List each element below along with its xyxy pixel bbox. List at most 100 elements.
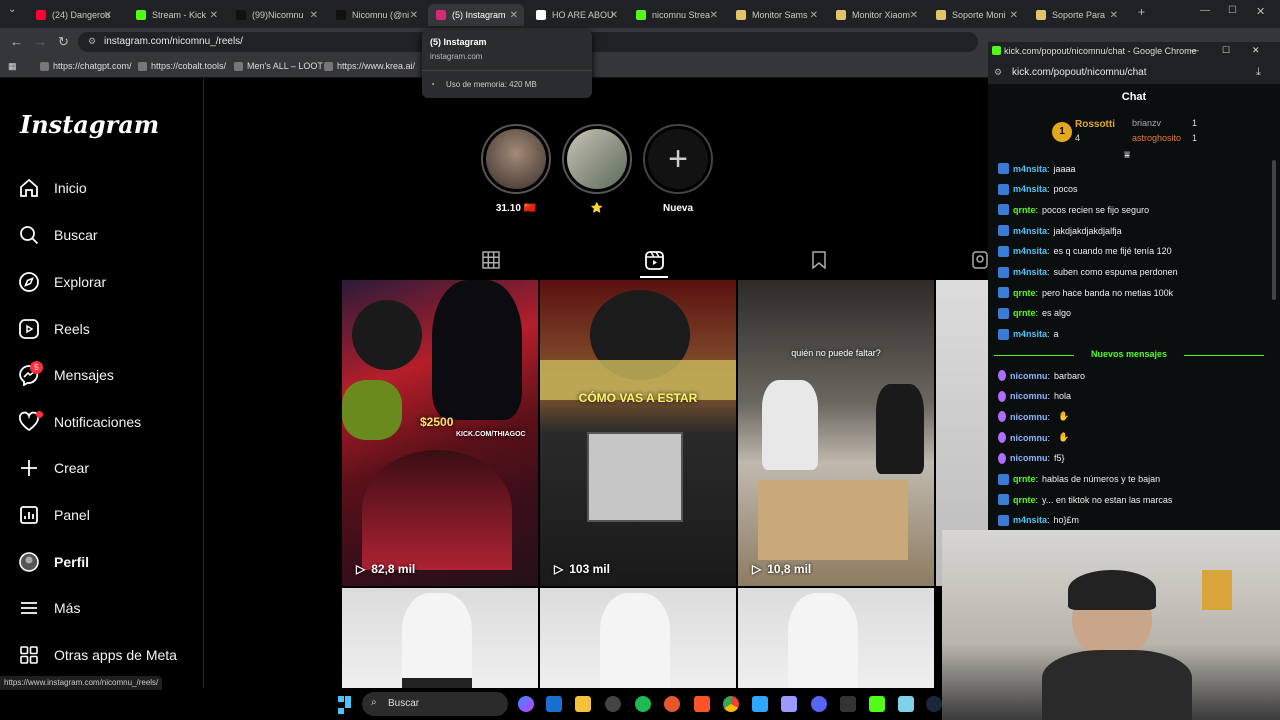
close-tab-icon[interactable]: ✕	[104, 10, 112, 21]
notepad-icon[interactable]	[898, 696, 914, 712]
leader-name[interactable]: astroghosito	[1132, 133, 1181, 143]
reload-icon[interactable]: ↻	[58, 34, 69, 50]
minimize-icon[interactable]: —	[1200, 5, 1210, 16]
leader-name[interactable]: brianzv	[1132, 118, 1161, 128]
epic-games-icon[interactable]	[840, 696, 856, 712]
sidebar-item-inicio[interactable]: Inicio	[18, 177, 87, 199]
chrome-icon[interactable]	[723, 696, 739, 712]
site-info-icon[interactable]: ⚙	[88, 36, 96, 47]
chat-username[interactable]: qrnte	[1013, 205, 1036, 215]
chat-username[interactable]: m4nsita	[1013, 246, 1047, 256]
chat-username[interactable]: qrnte	[1013, 474, 1036, 484]
chat-username[interactable]: m4nsita	[1013, 226, 1047, 236]
kick-url-field[interactable]: ⚙ kick.com/popout/nicomnu/chat ⤓	[988, 62, 1280, 84]
highlight-2[interactable]	[562, 124, 632, 194]
sidebar-item-perfil[interactable]: Perfil	[18, 551, 89, 573]
sidebar-item-buscar[interactable]: Buscar	[18, 224, 98, 246]
chat-username[interactable]: qrnte	[1013, 495, 1036, 505]
sidebar-item-otras-apps-de-meta[interactable]: Otras apps de Meta	[18, 644, 177, 666]
saved-icon[interactable]	[811, 251, 827, 269]
close-tab-icon[interactable]: ✕	[210, 10, 218, 21]
tab-search-icon[interactable]: ⌄	[8, 4, 16, 15]
chat-username[interactable]: nicomnu	[1010, 391, 1048, 401]
reel-card-6[interactable]	[540, 588, 736, 688]
spotify-icon[interactable]	[635, 696, 651, 712]
taskbar-search[interactable]: ⌕ Buscar	[362, 692, 508, 716]
chat-username[interactable]: nicomnu	[1010, 453, 1048, 463]
kick-icon[interactable]	[869, 696, 885, 712]
tab-8[interactable]: Monitor Xiaom ✕	[828, 4, 924, 26]
close-tab-icon[interactable]: ✕	[610, 10, 618, 21]
close-tab-icon[interactable]: ✕	[1110, 10, 1118, 21]
tab-3[interactable]: Nicomnu (@ni ✕	[328, 4, 424, 26]
chat-username[interactable]: m4nsita	[1013, 267, 1047, 277]
bookmark-3[interactable]: https://www.krea.ai/	[324, 61, 415, 71]
apps-icon[interactable]: ▦	[8, 61, 17, 72]
reels-tab-icon[interactable]	[645, 251, 664, 270]
chat-username[interactable]: nicomnu	[1010, 412, 1048, 422]
chat-username[interactable]: m4nsita	[1013, 329, 1047, 339]
tab-7[interactable]: Monitor Sams ✕	[728, 4, 824, 26]
back-icon[interactable]: ←	[10, 34, 23, 49]
file-explorer-icon[interactable]	[575, 696, 591, 712]
tab-9[interactable]: Soporte Moni ✕	[928, 4, 1024, 26]
brave-icon[interactable]	[694, 696, 710, 712]
windows-start-icon[interactable]	[338, 696, 352, 714]
close-tab-icon[interactable]: ✕	[810, 10, 818, 21]
close-tab-icon[interactable]: ✕	[710, 10, 718, 21]
tab-6[interactable]: nicomnu Strea ✕	[628, 4, 724, 26]
sidebar-item-crear[interactable]: Crear	[18, 457, 89, 479]
minimize-icon[interactable]: —	[1190, 45, 1199, 55]
maximize-icon[interactable]: ☐	[1222, 45, 1230, 56]
bookmark-1[interactable]: https://cobalt.tools/	[138, 61, 226, 71]
photoshop-icon[interactable]	[752, 696, 768, 712]
close-tab-icon[interactable]: ✕	[510, 10, 518, 21]
tab-0[interactable]: (24) Dangerou ✕	[28, 4, 118, 26]
chat-username[interactable]: nicomnu	[1010, 433, 1048, 443]
highlight-1[interactable]	[481, 124, 551, 194]
new-highlight-button[interactable]: +	[643, 124, 713, 194]
outlook-icon[interactable]	[546, 696, 562, 712]
close-tab-icon[interactable]: ✕	[910, 10, 918, 21]
grid-icon[interactable]	[482, 251, 500, 269]
leader-name[interactable]: Rossotti	[1075, 119, 1115, 130]
download-icon[interactable]: ⤓	[1256, 66, 1261, 79]
instagram-logo[interactable]: Instagram	[20, 110, 159, 139]
maximize-icon[interactable]: ☐	[1228, 5, 1237, 16]
discord-icon[interactable]	[811, 696, 827, 712]
reel-card-1[interactable]: $2500 KICK.COM/THIAGOC ▷ 82,8 mil	[342, 280, 538, 586]
sidebar-item-reels[interactable]: Reels	[18, 318, 90, 340]
chat-username[interactable]: m4nsita	[1013, 515, 1047, 525]
app-icon[interactable]	[664, 696, 680, 712]
sidebar-item-m-s[interactable]: Más	[18, 597, 80, 619]
forward-icon[interactable]: →	[34, 34, 47, 49]
sidebar-item-explorar[interactable]: Explorar	[18, 271, 106, 293]
premiere-icon[interactable]	[781, 696, 797, 712]
bookmark-0[interactable]: https://chatgpt.com/	[40, 61, 132, 71]
site-info-icon[interactable]: ⚙	[994, 67, 1002, 78]
close-tab-icon[interactable]: ✕	[410, 10, 418, 21]
steam-icon[interactable]	[926, 696, 942, 712]
tab-4[interactable]: (5) Instagram ✕	[428, 4, 524, 26]
tab-2[interactable]: (99)Nicomnu ✕	[228, 4, 324, 26]
chat-username[interactable]: qrnte	[1013, 288, 1036, 298]
copilot-icon[interactable]	[518, 696, 534, 712]
reel-card-7[interactable]	[738, 588, 934, 688]
chat-username[interactable]: qrnte	[1013, 308, 1036, 318]
reel-card-3[interactable]: quién no puede faltar? ▷ 10,8 mil	[738, 280, 934, 586]
tab-5[interactable]: HO ARE ABOU ✕	[528, 4, 624, 26]
reel-card-5[interactable]	[342, 588, 538, 688]
close-tab-icon[interactable]: ✕	[310, 10, 318, 21]
chat-username[interactable]: m4nsita	[1013, 184, 1047, 194]
tab-1[interactable]: Stream - Kick ✕	[128, 4, 224, 26]
reel-card-2[interactable]: CÓMO VAS A ESTAR ▷ 103 mil	[540, 280, 736, 586]
close-tab-icon[interactable]: ✕	[1010, 10, 1018, 21]
chat-scrollbar[interactable]	[1272, 160, 1276, 300]
close-window-icon[interactable]: ✕	[1256, 5, 1265, 18]
tagged-icon[interactable]	[972, 251, 988, 269]
pinned-toggle-icon[interactable]: ⩸	[1124, 150, 1130, 161]
sidebar-item-panel[interactable]: Panel	[18, 504, 90, 526]
chat-username[interactable]: nicomnu	[1010, 371, 1048, 381]
bookmark-2[interactable]: Men's ALL – LOOT	[234, 61, 323, 71]
close-window-icon[interactable]: ✕	[1252, 45, 1260, 56]
